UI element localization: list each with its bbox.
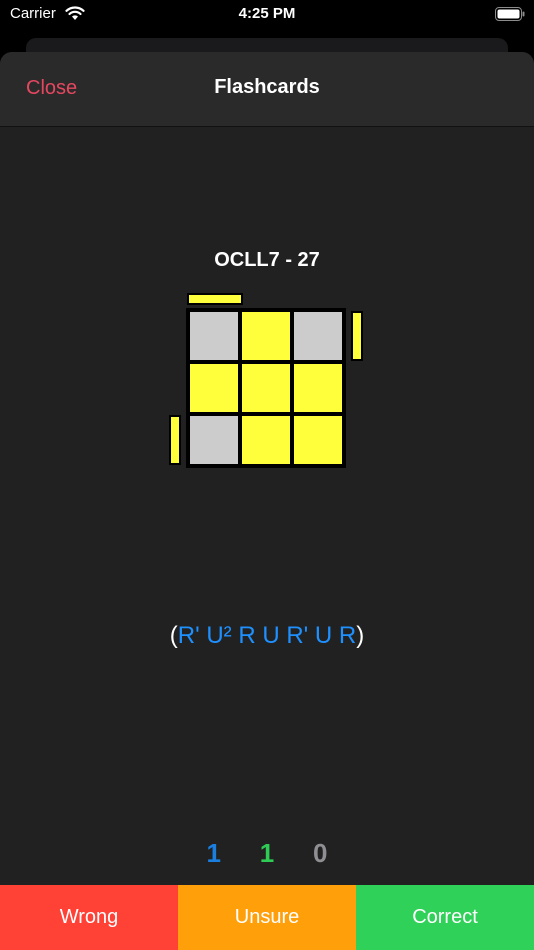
unsure-count: 0: [313, 838, 328, 868]
cube-sticker: [190, 312, 238, 360]
cube-sticker: [242, 312, 290, 360]
cube-sticker: [190, 364, 238, 412]
case-title: OCLL7 - 27: [214, 249, 320, 271]
flashcards-sheet: Close Flashcards OCLL7 - 27 (R' U² R U R…: [0, 52, 534, 950]
cube-diagram: [169, 293, 363, 468]
status-bar: Carrier 4:25 PM: [0, 0, 534, 30]
unsure-button[interactable]: Unsure: [178, 885, 356, 950]
cube-sticker: [242, 364, 290, 412]
algorithm-close-paren: ): [356, 622, 365, 649]
correct-button[interactable]: Correct: [356, 885, 534, 950]
cube-side-sticker: [351, 311, 363, 361]
cube-sticker: [294, 364, 342, 412]
algorithm-moves: R' U² R U R' U R: [177, 622, 357, 649]
algorithm-open-paren: (: [169, 622, 178, 649]
status-time: 4:25 PM: [238, 5, 296, 22]
cube-sticker: [294, 312, 342, 360]
score-counts: 1 1 0: [0, 838, 534, 869]
cube-side-sticker: [187, 293, 243, 305]
correct-count: 1: [259, 838, 275, 868]
cube-side-sticker: [169, 415, 181, 465]
algorithm-text: (R' U² R U R' U R): [0, 622, 534, 650]
page-title: Flashcards: [214, 76, 320, 98]
cube-sticker: [242, 416, 290, 464]
answer-buttons: Wrong Unsure Correct: [0, 885, 534, 950]
battery-icon: [495, 7, 525, 21]
wrong-count: 1: [206, 838, 221, 868]
nav-bar: Close Flashcards: [0, 52, 534, 127]
wrong-button[interactable]: Wrong: [0, 885, 178, 950]
cube-sticker: [294, 416, 342, 464]
cube-sticker: [190, 416, 238, 464]
